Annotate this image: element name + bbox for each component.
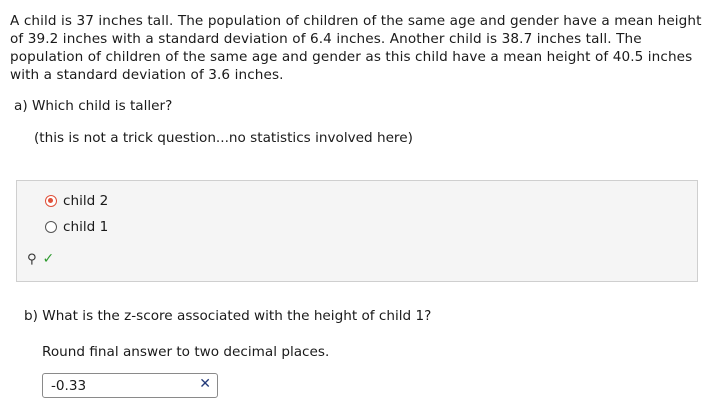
part-a-note: (this is not a trick question...no stati… — [34, 130, 413, 146]
key-icon[interactable]: ⚲ — [27, 252, 37, 267]
option-label: child 1 — [63, 219, 109, 235]
check-icon: ✓ — [42, 251, 55, 267]
radio-selected-icon[interactable] — [45, 195, 57, 207]
incorrect-x-icon: ✕ — [199, 376, 211, 392]
input-value: -0.33 — [51, 378, 87, 394]
radio-unselected-icon[interactable] — [45, 221, 57, 233]
answer-tools: ⚲ ✓ — [27, 251, 54, 267]
option-label: child 2 — [63, 193, 109, 209]
z-score-input[interactable]: -0.33 ✕ — [42, 373, 218, 398]
part-b-prompt: b) What is the z-score associated with t… — [24, 308, 432, 324]
part-b-instruction: Round final answer to two decimal places… — [42, 344, 330, 360]
part-a-prompt: a) Which child is taller? — [14, 98, 173, 114]
option-child-1[interactable]: child 1 — [45, 219, 108, 235]
part-a-answer-box: child 2 child 1 ⚲ ✓ — [16, 180, 698, 282]
question-stem: A child is 37 inches tall. The populatio… — [10, 13, 702, 83]
option-child-2[interactable]: child 2 — [45, 193, 108, 209]
